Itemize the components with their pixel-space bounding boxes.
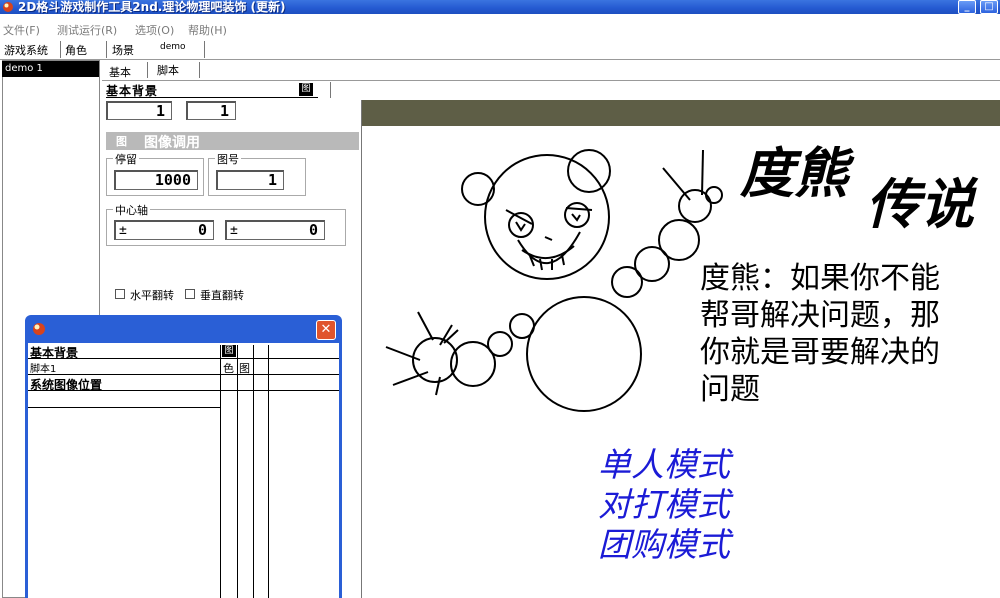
canvas-header-bar	[362, 100, 1000, 126]
section-image-call: 图 图像调用	[106, 132, 359, 151]
menu-test-run[interactable]: 测试运行(R)	[57, 22, 117, 38]
axis-x-sign: ±	[119, 223, 127, 238]
field-a[interactable]: 1	[106, 101, 172, 120]
center-axis-label: 中心轴	[113, 202, 150, 218]
axis-x-value: 0	[197, 221, 207, 239]
grid-line	[28, 407, 221, 408]
dialog-line: 度熊：如果你不能	[700, 261, 940, 296]
table-cell[interactable]: 图	[239, 360, 250, 376]
mode-single-player[interactable]: 单人模式	[598, 445, 730, 485]
menu-file[interactable]: 文件(F)	[3, 22, 40, 38]
tab-game-system[interactable]: 游戏系统	[4, 42, 48, 58]
axis-y-input[interactable]: ± 0	[225, 220, 325, 240]
minimize-button[interactable]: _	[958, 0, 976, 14]
grid-line	[28, 374, 339, 375]
table-cell[interactable]: 色	[223, 360, 234, 376]
game-title-part2: 传说	[866, 172, 974, 236]
table-cell[interactable]: 图	[222, 345, 236, 357]
grid-line	[253, 345, 254, 598]
tab-separator	[204, 41, 205, 58]
tab-demo[interactable]: demo	[160, 42, 186, 52]
image-icon[interactable]: 图	[299, 83, 313, 96]
flip-vertical-label: 垂直翻转	[200, 289, 244, 302]
tab-basic[interactable]: 基本	[109, 64, 131, 80]
tab-separator	[199, 62, 200, 78]
tab-separator	[147, 62, 148, 78]
close-button[interactable]: ✕	[316, 320, 336, 340]
tab-scene[interactable]: 场景	[112, 42, 134, 58]
section-image-title: 图像调用	[144, 135, 200, 151]
grid-line	[237, 345, 238, 598]
image-number-label: 图号	[215, 151, 241, 167]
mode-versus[interactable]: 对打模式	[598, 485, 730, 525]
tab-separator	[106, 41, 107, 58]
dialog-line: 问题	[700, 372, 760, 407]
image-icon: 图	[116, 135, 127, 148]
menu-bar: 文件(F) 测试运行(R) 选项(O) 帮助(H)	[0, 19, 1000, 39]
grid-line	[220, 345, 221, 598]
flip-horizontal-checkbox[interactable]	[115, 289, 125, 299]
restore-button[interactable]: □	[980, 0, 998, 14]
table-row-label[interactable]: 脚本1	[30, 360, 56, 375]
axis-y-sign: ±	[230, 223, 238, 238]
app-icon	[2, 1, 14, 13]
tab-script[interactable]: 脚本	[157, 62, 179, 78]
window-title: 2D格斗游戏制作工具2nd.理论物理吧装饰 (更新)	[18, 0, 286, 14]
tab-character[interactable]: 角色	[65, 42, 87, 58]
title-bar: 2D格斗游戏制作工具2nd.理论物理吧装饰 (更新) _ □	[0, 0, 1000, 14]
axis-x-input[interactable]: ± 0	[114, 220, 214, 240]
grid-line	[268, 345, 269, 598]
game-title-part1: 度熊	[740, 141, 848, 205]
table-row-label[interactable]: 基本背景	[30, 344, 78, 361]
flip-vertical-checkbox[interactable]	[185, 289, 195, 299]
dialog-text: 度熊：如果你不能 帮哥解决问题，那 你就是哥要解决的 问题	[700, 260, 940, 408]
field-b[interactable]: 1	[186, 101, 236, 120]
list-item-selected[interactable]: demo 1	[2, 61, 99, 77]
table-row-label[interactable]: 系统图像位置	[30, 376, 102, 393]
app-icon	[31, 320, 47, 336]
dialog-line: 帮哥解决问题，那	[700, 298, 940, 333]
flip-horizontal-label: 水平翻转	[130, 289, 174, 302]
mode-menu: 单人模式 对打模式 团购模式	[598, 445, 730, 565]
section-basic-bg: 基本背景	[106, 82, 318, 98]
tab-row-divider	[0, 59, 1000, 60]
mode-group[interactable]: 团购模式	[598, 525, 730, 565]
image-number-input[interactable]: 1	[216, 170, 284, 190]
tab-separator	[60, 41, 61, 58]
dialog-line: 你就是哥要解决的	[700, 335, 940, 370]
section-basic-title: 基本背景	[106, 84, 159, 98]
stay-input[interactable]: 1000	[114, 170, 198, 190]
subtab-divider	[102, 80, 1000, 81]
panel-separator	[330, 82, 331, 98]
stay-label: 停留	[113, 151, 139, 167]
axis-y-value: 0	[308, 221, 318, 239]
menu-options[interactable]: 选项(O)	[135, 22, 174, 38]
menu-help[interactable]: 帮助(H)	[188, 22, 227, 38]
